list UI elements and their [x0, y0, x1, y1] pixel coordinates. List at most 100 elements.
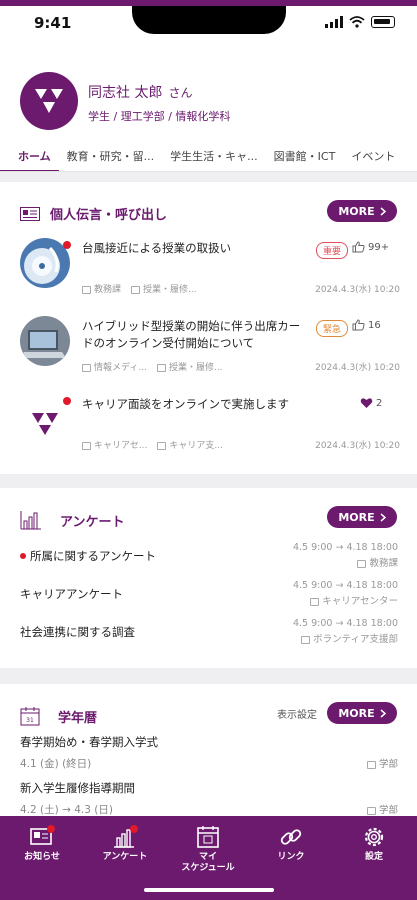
notice-title: 台風接近による授業の取扱い	[82, 241, 232, 255]
tab-home[interactable]: ホーム	[0, 142, 59, 171]
calendar-item[interactable]: 春学期始め・春学期入学式 4.1 (金) (終日) 学部	[20, 734, 398, 774]
unread-dot	[63, 241, 71, 249]
calendar-more-button[interactable]: MORE	[327, 702, 397, 724]
tab-links[interactable]: リンク	[251, 824, 331, 863]
display-settings-link[interactable]: 表示設定	[277, 706, 317, 721]
tab-library-ict[interactable]: 図書館・ICT	[266, 142, 344, 171]
tab-my-schedule[interactable]: マイ スケジュール	[168, 824, 248, 874]
tab-label: アンケート	[102, 852, 148, 862]
tab-events[interactable]: イベント	[343, 142, 403, 171]
wifi-icon	[349, 16, 365, 28]
calendar-icon-day: 31	[26, 717, 34, 724]
notice-category: キャリア支...	[157, 438, 223, 451]
calendar-card: 31 学年暦 表示設定 MORE 春学期始め・春学期入学式 4.1 (金) (終…	[0, 684, 417, 816]
notice-sender: キャリアセ...	[82, 438, 147, 451]
survey-item-info: 4.5 9:00 → 4.18 18:00 キャリアセンター	[293, 578, 398, 610]
like-count[interactable]: 99+	[352, 241, 389, 253]
notice-date: 2024.4.3(水) 10:20	[315, 285, 400, 295]
notice-sender: 情報メディ...	[82, 360, 147, 373]
notice-meta: 情報メディ... 授業・履修... 2024.4.3(水) 10:20	[82, 360, 400, 373]
notification-icon	[29, 824, 55, 850]
survey-org: 教務課	[293, 556, 398, 572]
notice-category: 授業・履修...	[156, 360, 223, 373]
bottom-tab-bar: お知らせ アンケート マイ スケジュール リンク 設定	[0, 816, 417, 900]
tab-label: お知らせ	[24, 852, 60, 862]
tab-student-life[interactable]: 学生生活・キャ...	[162, 142, 266, 171]
survey-header: アンケート	[20, 510, 124, 530]
home-indicator	[144, 888, 274, 892]
calendar-item-group-text: 学部	[378, 805, 398, 816]
profile-header: 同志社 太郎 さん 学生 / 理工学部 / 情報化学科 ホーム 教育・研究・留..…	[0, 40, 417, 172]
folder-icon	[366, 806, 376, 815]
calendar-item-group-text: 学部	[378, 759, 398, 770]
survey-item[interactable]: キャリアアンケート 4.5 9:00 → 4.18 18:00 キャリアセンター	[20, 578, 398, 616]
notices-title: 個人伝言・呼び出し	[50, 208, 168, 223]
folder-icon	[366, 760, 376, 769]
laptop-thumbnail	[20, 316, 70, 366]
survey-item[interactable]: 社会連携に関する調査 4.5 9:00 → 4.18 18:00 ボランティア支…	[20, 616, 398, 654]
like-count[interactable]: 16	[352, 319, 381, 331]
pen-icon	[82, 285, 91, 294]
status-icons	[325, 16, 395, 28]
like-count-value: 2	[376, 397, 383, 409]
tab-survey[interactable]: アンケート	[85, 824, 165, 863]
pen-icon	[82, 363, 91, 372]
survey-org-text: キャリアセンター	[322, 596, 398, 607]
chevron-right-icon	[380, 512, 386, 522]
chevron-right-icon	[380, 708, 386, 718]
urgent-badge: 緊急	[316, 320, 349, 337]
user-name: 同志社 太郎 さん	[88, 82, 192, 102]
calendar-item-title: 新入学生履修指導期間	[20, 781, 135, 795]
notice-item[interactable]: ハイブリッド型授業の開始に伴う出席カードのオンライン受付開始について 緊急 16…	[20, 316, 400, 380]
calendar-title: 学年暦	[58, 710, 98, 726]
notice-meta: キャリアセ... キャリア支... 2024.4.3(水) 10:20	[82, 438, 400, 451]
link-icon	[278, 824, 304, 850]
avatar[interactable]	[20, 72, 78, 130]
notices-card: 個人伝言・呼び出し MORE 台風接近による授業の取扱い 重要 99+ 教務課 …	[0, 182, 417, 474]
survey-org-text: ボランティア支援部	[313, 634, 398, 645]
notice-category: 授業・履修...	[131, 282, 197, 295]
battery-icon	[371, 16, 395, 28]
survey-period: 4.5 9:00 → 4.18 18:00	[292, 542, 398, 553]
survey-card: アンケート MORE 所属に関するアンケート 4.5 9:00 → 4.18 1…	[0, 488, 417, 668]
signal-icon	[325, 16, 343, 28]
user-honorific: さん	[168, 86, 193, 100]
user-affiliation: 学生 / 理工学部 / 情報化学科	[88, 110, 231, 123]
gear-icon	[361, 824, 387, 850]
user-name-text: 同志社 太郎	[88, 85, 163, 101]
tab-label: 設定	[364, 852, 383, 862]
pen-icon	[357, 559, 367, 568]
tab-label: リンク	[277, 852, 305, 862]
thumbs-up-icon	[352, 241, 365, 253]
device-notch	[132, 6, 286, 34]
tab-education[interactable]: 教育・研究・留...	[59, 142, 163, 171]
survey-org-text: 教務課	[369, 558, 398, 569]
calendar-item-title: 春学期始め・春学期入学式	[20, 735, 158, 749]
calendar-header: 31 学年暦	[20, 706, 97, 726]
calendar-item-group: 学部	[366, 802, 398, 816]
notice-date: 2024.4.3(水) 10:20	[315, 441, 400, 451]
folder-icon	[157, 441, 167, 450]
notice-category-text: キャリア支...	[169, 441, 223, 451]
pen-icon	[310, 597, 320, 606]
tab-settings[interactable]: 設定	[334, 824, 414, 863]
folder-icon	[131, 285, 141, 294]
tab-notifications[interactable]: お知らせ	[2, 824, 82, 863]
survey-more-button[interactable]: MORE	[327, 506, 397, 528]
more-label: MORE	[338, 204, 375, 218]
notice-item[interactable]: キャリア面談をオンラインで実施します 2 キャリアセ... キャリア支... 2…	[20, 394, 400, 458]
more-label: MORE	[338, 706, 375, 720]
notices-more-button[interactable]: MORE	[327, 200, 397, 222]
notice-item[interactable]: 台風接近による授業の取扱い 重要 99+ 教務課 授業・履修... 2024.4…	[20, 238, 400, 302]
survey-period: 4.5 9:00 → 4.18 18:00	[292, 580, 398, 591]
bar-chart-icon	[20, 511, 41, 530]
tab-label: マイ スケジュール	[181, 852, 235, 873]
calendar-item-group: 学部	[366, 756, 398, 770]
notices-header: 個人伝言・呼び出し	[20, 204, 167, 223]
thumbs-up-icon	[352, 319, 365, 331]
notice-date: 2024.4.3(水) 10:20	[315, 363, 400, 373]
calendar-item-date: 4.1 (金) (終日)	[20, 758, 92, 770]
like-count[interactable]: 2	[360, 397, 382, 409]
calendar-item[interactable]: 新入学生履修指導期間 4.2 (土) → 4.3 (日) 学部	[20, 780, 398, 820]
survey-item[interactable]: 所属に関するアンケート 4.5 9:00 → 4.18 18:00 教務課	[20, 540, 398, 578]
